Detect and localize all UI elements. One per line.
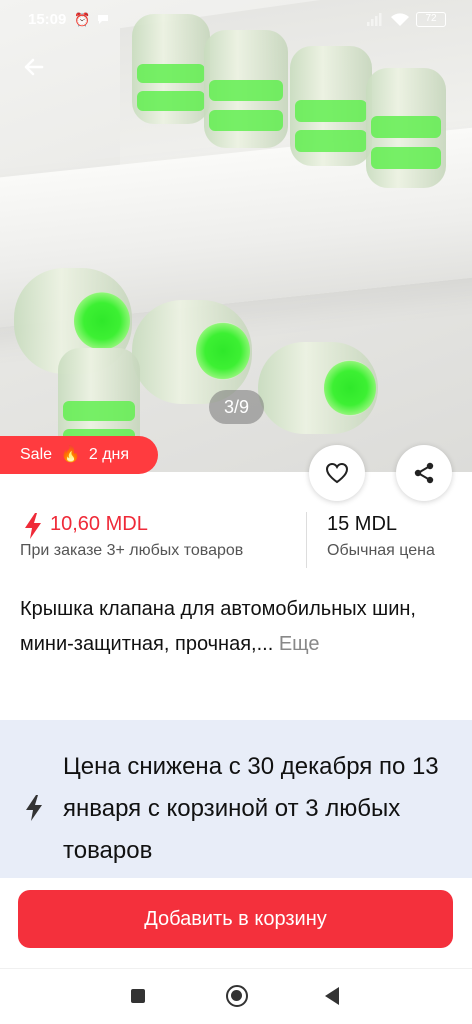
status-bar: 15:09 ⏰ 72 <box>0 0 472 40</box>
regular-price-note: Обычная цена <box>327 542 435 559</box>
discount-notice: Цена снижена с 30 декабря по 13 января с… <box>0 720 472 878</box>
alarm-icon: ⏰ <box>74 12 91 27</box>
product-title-text: Крышка клапана для автомобильных шин, ми… <box>20 598 416 655</box>
home-icon[interactable] <box>226 985 248 1007</box>
back-triangle-icon[interactable] <box>325 987 339 1005</box>
price-divider <box>306 512 307 568</box>
sale-days: 2 дня <box>88 446 130 463</box>
bottom-action-bar: Добавить в корзину <box>0 878 472 968</box>
add-to-cart-button[interactable]: Добавить в корзину <box>18 890 453 948</box>
more-link[interactable]: Еще <box>279 633 320 655</box>
recents-icon[interactable] <box>131 989 145 1003</box>
sale-label: Sale <box>20 446 53 463</box>
price-section: 10,60 MDL При заказе 3+ любых товаров 15… <box>0 500 472 578</box>
gallery-counter: 3/9 <box>209 390 264 424</box>
fire-icon: 🔥 <box>60 446 81 463</box>
wifi-icon <box>390 12 410 30</box>
discount-notice-text: Цена снижена с 30 декабря по 13 января с… <box>63 753 439 864</box>
back-button[interactable] <box>18 50 52 84</box>
valve-cap <box>290 46 372 166</box>
valve-cap <box>366 68 446 188</box>
promo-price-note: При заказе 3+ любых товаров <box>20 542 244 559</box>
valve-cap <box>132 300 252 404</box>
product-title: Крышка клапана для автомобильных шин, ми… <box>20 592 440 662</box>
lightning-icon <box>26 795 42 821</box>
share-icon <box>414 462 434 484</box>
heart-icon <box>325 462 349 484</box>
signal-icon <box>366 12 384 29</box>
chat-icon <box>96 12 110 29</box>
regular-price: 15 MDL <box>327 513 398 535</box>
favorite-button[interactable] <box>309 445 365 501</box>
battery-icon: 72 <box>416 12 446 27</box>
valve-cap <box>204 30 288 148</box>
arrow-left-icon <box>24 58 44 76</box>
promo-price: 10,60 MDL <box>50 513 148 535</box>
sale-badge: Sale 🔥 2 дня <box>0 436 158 474</box>
system-navigation-bar <box>0 968 472 1024</box>
lightning-icon <box>25 513 41 539</box>
status-time: 15:09 <box>28 11 67 28</box>
valve-cap <box>258 342 378 434</box>
share-button[interactable] <box>396 445 452 501</box>
